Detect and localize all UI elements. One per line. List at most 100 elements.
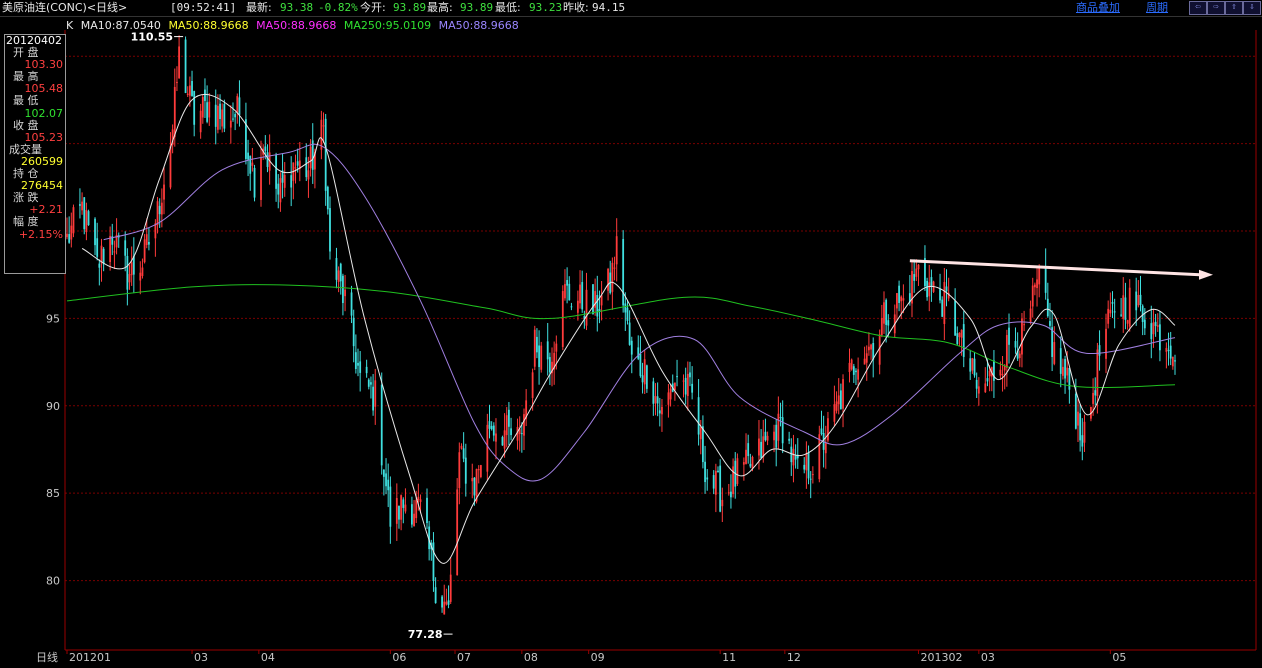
candle-body: [848, 362, 851, 373]
candle-body: [870, 344, 872, 350]
candle-body: [704, 461, 706, 483]
bar-info-box: 20120402 开 盘 103.30 最 高 105.48 最 低 102.0…: [4, 34, 66, 274]
candle-body: [520, 433, 523, 435]
candle-body: [87, 211, 90, 226]
candle-body: [232, 118, 234, 120]
candle-body: [857, 369, 860, 380]
candle-body: [277, 183, 280, 195]
candle-body: [766, 435, 769, 441]
candle-body: [777, 413, 780, 441]
legend-ma50-purple: MA50:88.9668: [438, 19, 519, 32]
candle-body: [176, 81, 178, 83]
chart-annotations: 110.55 77.28: [131, 31, 1213, 641]
candle-body: [1150, 323, 1153, 340]
candle-body: [126, 255, 129, 290]
candle-body: [896, 293, 898, 309]
x-tick-label: 08: [524, 651, 538, 664]
candle-body: [266, 152, 269, 167]
candle-body: [214, 104, 217, 127]
candle-body: [730, 491, 732, 498]
candle-body: [712, 475, 715, 489]
candle-body: [1171, 356, 1174, 367]
candle-body: [645, 365, 648, 389]
candle-body: [249, 155, 252, 174]
candle-body: [548, 357, 551, 373]
candle-body: [128, 274, 131, 283]
candle-body: [538, 345, 540, 368]
candle-body: [113, 251, 116, 253]
candle-body: [852, 366, 855, 375]
candle-body: [264, 146, 267, 152]
x-tick-label: 03: [981, 651, 995, 664]
candle-body: [382, 469, 385, 477]
candle-body: [186, 93, 189, 95]
candle-body: [1105, 328, 1107, 359]
candle-body: [742, 462, 745, 465]
candle-body: [576, 300, 579, 313]
candle-body: [1036, 279, 1038, 289]
candle-body: [1165, 347, 1168, 352]
candle-body: [79, 204, 81, 206]
price-chart[interactable]: 80 85 90 95 日线 201201 03 04 06 07 08 09 11 12 201302 03…: [0, 0, 1262, 668]
x-tick-label: 07: [457, 651, 471, 664]
candle-body: [124, 240, 127, 256]
candle-body: [253, 167, 256, 198]
candle-body: [523, 414, 525, 436]
candle-body: [926, 280, 929, 298]
candle-body: [1096, 349, 1099, 397]
candle-body: [1005, 335, 1008, 368]
candle-body: [682, 380, 685, 382]
candle-body: [109, 235, 112, 262]
candle-body: [1124, 297, 1127, 320]
candle-body: [622, 239, 625, 306]
candle-body: [296, 161, 299, 166]
x-tick-label: 201201: [69, 651, 111, 664]
candle-body: [501, 437, 504, 446]
candle-body: [387, 479, 390, 491]
candle-body: [488, 421, 491, 429]
candle-body: [372, 386, 375, 411]
candle-body: [191, 81, 193, 97]
candle-body: [902, 298, 905, 301]
candle-body: [611, 262, 614, 292]
candle-body: [1053, 342, 1056, 364]
candle-body: [824, 443, 827, 454]
candle-body: [579, 284, 581, 304]
candle-body: [1122, 295, 1125, 319]
candle-body: [592, 284, 594, 314]
candle-body: [1018, 353, 1021, 358]
candle-body: [596, 294, 599, 317]
candle-body: [458, 452, 461, 489]
candle-body: [531, 372, 534, 398]
candle-body: [234, 114, 237, 118]
candle-body: [954, 300, 957, 336]
candle-body: [661, 406, 663, 415]
candle-body: [307, 170, 310, 180]
candle-body: [1038, 267, 1041, 285]
candle-body: [656, 396, 659, 404]
candle-body: [749, 463, 752, 467]
candle-body: [1001, 373, 1004, 376]
y-tick-label: 85: [46, 487, 60, 500]
candle-body: [883, 302, 885, 324]
candle-body: [208, 101, 211, 118]
candle-body: [305, 157, 308, 178]
candle-body: [188, 85, 191, 96]
candle-body: [460, 445, 463, 449]
candle-body: [83, 197, 86, 230]
candle-body: [221, 109, 224, 127]
candle-body: [842, 379, 844, 409]
candle-body: [510, 428, 512, 436]
candle-body: [426, 497, 428, 523]
candle-body: [275, 155, 277, 189]
candle-body: [216, 105, 219, 130]
candle-body: [173, 86, 176, 137]
candle-body: [359, 361, 362, 373]
candle-body: [326, 186, 329, 210]
candle-body: [630, 340, 633, 355]
candle-body: [779, 417, 782, 419]
candle-body: [1014, 340, 1017, 348]
candle-body: [81, 201, 83, 211]
candle-body: [973, 358, 976, 376]
candle-body: [98, 263, 101, 268]
